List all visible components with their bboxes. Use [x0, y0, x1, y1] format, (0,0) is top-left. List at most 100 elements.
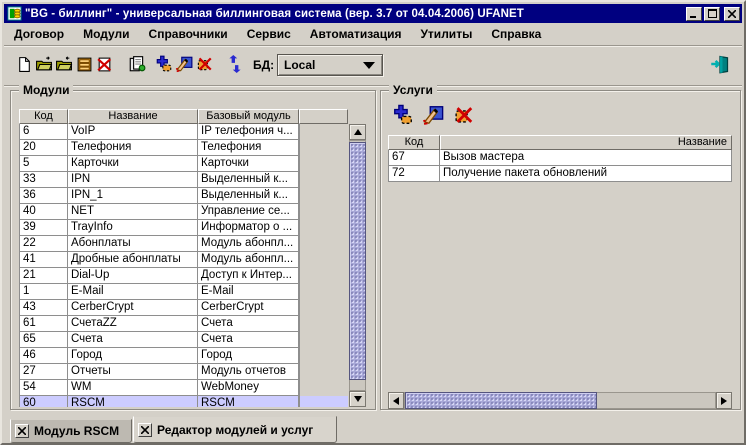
copy-record-button[interactable] — [127, 54, 147, 74]
services-panel: Услуги Код Название 67Вызов ма — [380, 90, 741, 410]
table-row[interactable]: 40NETУправление се... — [19, 204, 349, 220]
menu-bar: Договор Модули Справочники Сервис Автоматиза… — [4, 23, 742, 46]
cell-filler — [299, 300, 348, 316]
table-row[interactable]: 41Дробные абонплатыМодуль абонпл... — [19, 252, 349, 268]
menu-item[interactable]: Утилиты — [414, 25, 478, 43]
cell-name: Отчеты — [68, 364, 198, 380]
modules-panel: Модули Код Название Базовый модуль 6VoIP… — [10, 90, 376, 410]
table-row[interactable]: 6VoIPIP телефония ч... — [19, 124, 349, 140]
cell-code: 21 — [19, 268, 68, 284]
menu-item[interactable]: Сервис — [241, 25, 297, 43]
tab-editor-modules-services[interactable]: Редактор модулей и услуг — [133, 416, 337, 443]
cell-filler — [299, 268, 348, 284]
cell-name: TrayInfo — [68, 220, 198, 236]
column-header-name[interactable]: Название — [68, 109, 198, 124]
table-row[interactable]: 36IPN_1Выделенный к... — [19, 188, 349, 204]
scroll-right-button[interactable] — [716, 392, 732, 409]
scroll-down-button[interactable] — [349, 391, 366, 407]
column-header-base[interactable]: Базовый модуль — [198, 109, 299, 124]
cell-base-module: E-Mail — [198, 284, 299, 300]
menu-item[interactable]: Автоматизация — [304, 25, 408, 43]
menu-item[interactable]: Справочники — [143, 25, 234, 43]
add-item-button[interactable] — [154, 54, 174, 74]
new-document-button[interactable] — [14, 54, 34, 74]
table-row[interactable]: 27ОтчетыМодуль отчетов — [19, 364, 349, 380]
cell-code: 72 — [388, 166, 440, 182]
cell-base-module: Карточки — [198, 156, 299, 172]
cell-base-module: Управление се... — [198, 204, 299, 220]
close-button[interactable] — [724, 7, 740, 21]
db-combobox[interactable]: Local — [277, 54, 383, 76]
menu-item[interactable]: Договор — [8, 25, 70, 43]
cell-code: 33 — [19, 172, 68, 188]
modules-table-header: Код Название Базовый модуль — [19, 109, 348, 124]
services-horizontal-scrollbar[interactable] — [388, 392, 732, 409]
table-row[interactable]: 1E-MailE-Mail — [19, 284, 349, 300]
cell-base-module: Город — [198, 348, 299, 364]
maximize-button[interactable] — [704, 7, 720, 21]
cell-name: Вызов мастера — [440, 150, 732, 166]
cell-code: 1 — [19, 284, 68, 300]
table-row[interactable]: 5КарточкиКарточки — [19, 156, 349, 172]
scroll-left-button[interactable] — [388, 392, 404, 409]
table-row[interactable]: 67Вызов мастера — [388, 150, 732, 166]
cell-code: 46 — [19, 348, 68, 364]
scroll-up-button[interactable] — [349, 124, 366, 140]
table-row[interactable]: 43CerberCryptCerberCrypt — [19, 300, 349, 316]
column-header-filler — [299, 109, 348, 124]
open-folder-button[interactable] — [34, 54, 54, 74]
exit-button[interactable] — [708, 52, 732, 76]
column-header-code[interactable]: Код — [388, 135, 440, 150]
menu-item[interactable]: Модули — [77, 25, 135, 43]
close-icon — [18, 427, 26, 435]
edit-service-button[interactable] — [421, 103, 445, 127]
table-row[interactable]: 72Получение пакета обновлений — [388, 166, 732, 182]
add-service-button[interactable] — [391, 103, 415, 127]
table-row[interactable]: 61СчетаZZСчета — [19, 316, 349, 332]
cell-code: 40 — [19, 204, 68, 220]
delete-service-button[interactable] — [451, 103, 475, 127]
import-folder-button[interactable] — [54, 54, 74, 74]
table-row[interactable]: 60RSCMRSCM — [19, 396, 349, 407]
archive-drawer-button[interactable] — [74, 54, 94, 74]
scroll-thumb[interactable] — [405, 392, 597, 409]
open-folder-icon — [35, 56, 53, 73]
tab-label: Редактор модулей и услуг — [157, 423, 313, 437]
cell-name: RSCM — [68, 396, 198, 407]
cell-filler — [299, 316, 348, 332]
delete-record-button[interactable] — [94, 54, 114, 74]
tab-module-rscm[interactable]: Модуль RSCM — [10, 419, 132, 443]
table-row[interactable]: 22АбонплатыМодуль абонпл... — [19, 236, 349, 252]
cell-filler — [299, 380, 348, 396]
delete-item-button[interactable] — [194, 54, 214, 74]
column-header-code[interactable]: Код — [19, 109, 68, 124]
cell-code: 41 — [19, 252, 68, 268]
menu-item[interactable]: Справка — [485, 25, 547, 43]
minimize-button[interactable] — [686, 7, 702, 21]
table-row[interactable]: 20ТелефонияТелефония — [19, 140, 349, 156]
modules-vertical-scrollbar[interactable] — [349, 124, 366, 407]
column-header-name[interactable]: Название — [440, 135, 732, 150]
cell-code: 67 — [388, 150, 440, 166]
delete-record-icon — [96, 56, 113, 73]
refresh-button[interactable] — [225, 54, 245, 74]
table-row[interactable]: 54WMWebMoney — [19, 380, 349, 396]
tab-close-button[interactable] — [138, 423, 152, 437]
refresh-icon — [227, 55, 243, 73]
table-row[interactable]: 46ГородГород — [19, 348, 349, 364]
table-row[interactable]: 39TrayInfoИнформатор о ... — [19, 220, 349, 236]
table-row[interactable]: 21Dial-UpДоступ к Интер... — [19, 268, 349, 284]
tab-close-button[interactable] — [15, 424, 29, 438]
cell-name: СчетаZZ — [68, 316, 198, 332]
cell-filler — [299, 188, 348, 204]
title-bar[interactable]: "BG - биллинг" - универсальная биллингов… — [4, 4, 742, 23]
new-document-icon — [16, 56, 33, 73]
exit-icon — [710, 54, 730, 74]
cell-name: Карточки — [68, 156, 198, 172]
scroll-thumb[interactable] — [349, 142, 366, 380]
cell-filler — [299, 332, 348, 348]
edit-item-button[interactable] — [174, 54, 194, 74]
cell-name: Абонплаты — [68, 236, 198, 252]
table-row[interactable]: 33IPNВыделенный к... — [19, 172, 349, 188]
table-row[interactable]: 65СчетаСчета — [19, 332, 349, 348]
